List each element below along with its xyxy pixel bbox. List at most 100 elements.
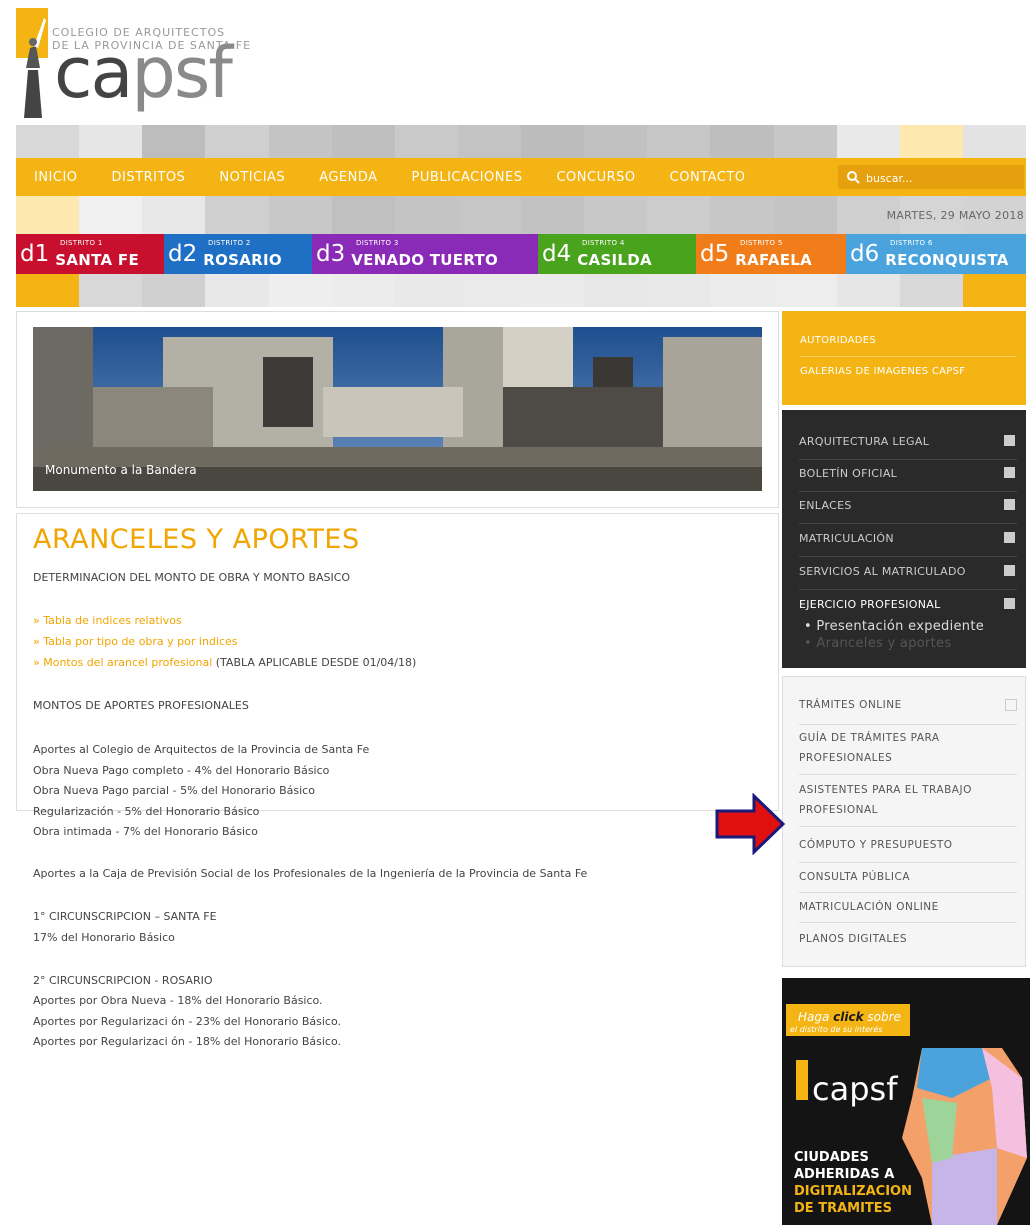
sidebar-computo-presupuesto[interactable]: CÓMPUTO Y PRESUPUESTO <box>799 835 1019 855</box>
sidebar-ejercicio-profesional[interactable]: EJERCICIO PROFESIONAL <box>799 598 1017 611</box>
colegio-line: Obra Nueva Pago completo - 4% del Honora… <box>33 764 330 777</box>
chevron-down-icon <box>1005 699 1017 711</box>
section-heading: MONTOS DE APORTES PROFESIONALES <box>33 699 249 712</box>
sidebar-sub-aranceles[interactable]: • Aranceles y aportes <box>804 636 1022 651</box>
district-small: DISTRITO 6 <box>890 239 933 247</box>
district-d3[interactable]: d3 DISTRITO 3 VENADO TUERTO <box>312 234 538 274</box>
nav-publicaciones[interactable]: PUBLICACIONES <box>412 170 523 185</box>
banner-line4: DE TRAMITES <box>794 1201 892 1216</box>
district-name: SANTA FE <box>55 251 139 269</box>
collapse-icon <box>1004 598 1015 609</box>
link-montos-arancel[interactable]: » Montos del arancel profesional <box>33 656 212 669</box>
sidebar-item-label: BOLETÍN OFICIAL <box>799 467 898 480</box>
divider <box>799 589 1017 590</box>
divider <box>799 724 1017 725</box>
sidebar-item-label: PROFESIONAL <box>799 804 878 816</box>
sidebar-item-label: SERVICIOS AL MATRICULADO <box>799 565 966 578</box>
divider <box>799 556 1017 557</box>
divider <box>799 862 1017 863</box>
sidebar-consulta-publica[interactable]: CONSULTA PÚBLICA <box>799 867 1019 887</box>
link-tabla-indices[interactable]: » Tabla de indices relativos <box>33 614 182 627</box>
circ2-line: Aportes por Regularizaci ón - 23% del Ho… <box>33 1015 341 1028</box>
caja-heading: Aportes a la Caja de Previsión Social de… <box>33 867 588 880</box>
divider <box>799 459 1017 460</box>
district-num: d4 <box>542 241 572 267</box>
logo-word-b: psf <box>131 32 233 114</box>
colegio-heading: Aportes al Colegio de Arquitectos de la … <box>33 743 370 756</box>
district-name: RAFAELA <box>735 251 813 269</box>
district-d1[interactable]: d1 DISTRITO 1 SANTA FE <box>16 234 164 274</box>
logo-figure-icon <box>16 8 48 118</box>
sidebar-item-label: ASISTENTES PARA EL TRABAJO <box>799 784 972 796</box>
colegio-line: Obra intimada - 7% del Honorario Básico <box>33 825 258 838</box>
district-num: d5 <box>700 241 730 267</box>
sidebar-item-label: MATRICULACIÓN <box>799 532 894 545</box>
sidebar-planos-digitales[interactable]: PLANOS DIGITALES <box>799 929 1019 949</box>
banner-line3: DIGITALIZACION <box>794 1184 912 1199</box>
page-title: ARANCELES Y APORTES <box>33 524 360 555</box>
sidebar-quick-links <box>782 311 1026 405</box>
decorative-strip-2 <box>16 196 1026 234</box>
nav-distritos[interactable]: DISTRITOS <box>112 170 186 185</box>
circ1-line: 17% del Honorario Básico <box>33 931 175 944</box>
sidebar-boletin-oficial[interactable]: BOLETÍN OFICIAL <box>799 467 1017 480</box>
districts-bar: d1 DISTRITO 1 SANTA FE d2 DISTRITO 2 ROS… <box>16 234 1026 274</box>
sidebar-servicios-matriculado[interactable]: SERVICIOS AL MATRICULADO <box>799 565 1017 578</box>
nav-agenda[interactable]: AGENDA <box>319 170 377 185</box>
sidebar-arquitectura-legal[interactable]: ARQUITECTURA LEGAL <box>799 435 1017 448</box>
divider <box>799 892 1017 893</box>
sidebar-enlaces[interactable]: ENLACES <box>799 499 1017 512</box>
divider <box>799 774 1017 775</box>
district-small: DISTRITO 2 <box>208 239 251 247</box>
logo-word-a: ca <box>54 32 133 114</box>
district-small: DISTRITO 1 <box>60 239 103 247</box>
district-d5[interactable]: d5 DISTRITO 5 RAFAELA <box>696 234 846 274</box>
content-subtitle: DETERMINACION DEL MONTO DE OBRA Y MONTO … <box>33 571 351 584</box>
district-d2[interactable]: d2 DISTRITO 2 ROSARIO <box>164 234 312 274</box>
sidebar-sub-presentacion[interactable]: • Presentación expediente <box>804 619 1022 634</box>
nav-concurso[interactable]: CONCURSO <box>556 170 635 185</box>
circ1-heading: 1° CIRCUNSCRIPCION – SANTA FE <box>33 910 217 923</box>
sidebar-matriculacion-online[interactable]: MATRICULACIÓN ONLINE <box>799 897 1019 917</box>
decorative-strip <box>16 125 1026 158</box>
district-small: DISTRITO 5 <box>740 239 783 247</box>
district-d4[interactable]: d4 DISTRITO 4 CASILDA <box>538 234 696 274</box>
banner-click-text: Haga click sobre <box>798 1010 901 1024</box>
divider <box>800 356 1016 357</box>
sidebar-autoridades[interactable]: AUTORIDADES <box>800 335 876 346</box>
sidebar-galerias[interactable]: GALERIAS DE IMAGENES CAPSF <box>800 366 965 377</box>
sidebar-item-label: TRÁMITES ONLINE <box>799 699 902 711</box>
nav-noticias[interactable]: NOTICIAS <box>219 170 285 185</box>
nav-contacto[interactable]: CONTACTO <box>670 170 746 185</box>
banner-line1: CIUDADES <box>794 1150 869 1165</box>
search-input[interactable] <box>864 166 1018 190</box>
nav-inicio[interactable]: INICIO <box>34 170 78 185</box>
decorative-strip-3 <box>16 274 1026 307</box>
sidebar-guia-tramites[interactable]: GUÍA DE TRÁMITES PARA PROFESIONALES <box>799 728 1019 768</box>
sidebar-asistentes-trabajo[interactable]: ASISTENTES PARA EL TRABAJO PROFESIONAL <box>799 780 1019 820</box>
banner-click-sub: el distrito de su interés <box>790 1024 882 1034</box>
circ2-heading: 2° CIRCUNSCRIPCION - ROSARIO <box>33 974 213 987</box>
sidebar-matriculacion[interactable]: MATRICULACIÓN <box>799 532 1017 545</box>
sidebar-item-label: GUÍA DE TRÁMITES PARA <box>799 732 940 744</box>
colegio-line: Regularización - 5% del Honorario Básico <box>33 805 260 818</box>
banner-logo: capsf <box>812 1070 898 1108</box>
district-num: d1 <box>20 241 50 267</box>
link-tabla-tipo-obra[interactable]: » Tabla por tipo de obra y por indices <box>33 635 238 648</box>
district-d6[interactable]: d6 DISTRITO 6 RECONQUISTA <box>846 234 1026 274</box>
expand-icon <box>1004 565 1015 576</box>
logo-wordmark[interactable]: capsf <box>54 38 233 108</box>
district-num: d3 <box>316 241 346 267</box>
sidebar-item-label: ARQUITECTURA LEGAL <box>799 435 930 448</box>
current-date: MARTES, 29 MAYO 2018 <box>886 209 1024 222</box>
district-small: DISTRITO 3 <box>356 239 399 247</box>
digitalization-banner[interactable]: Haga click sobre el distrito de su inter… <box>782 978 1030 1225</box>
district-num: d6 <box>850 241 880 267</box>
sidebar-tramites <box>782 676 1026 967</box>
district-name: VENADO TUERTO <box>351 251 499 269</box>
sidebar-tramites-online[interactable]: TRÁMITES ONLINE <box>799 695 1019 715</box>
district-name: ROSARIO <box>203 251 282 269</box>
search-icon[interactable] <box>846 170 860 184</box>
sidebar-item-label: PROFESIONALES <box>799 752 893 764</box>
expand-icon <box>1004 467 1015 478</box>
